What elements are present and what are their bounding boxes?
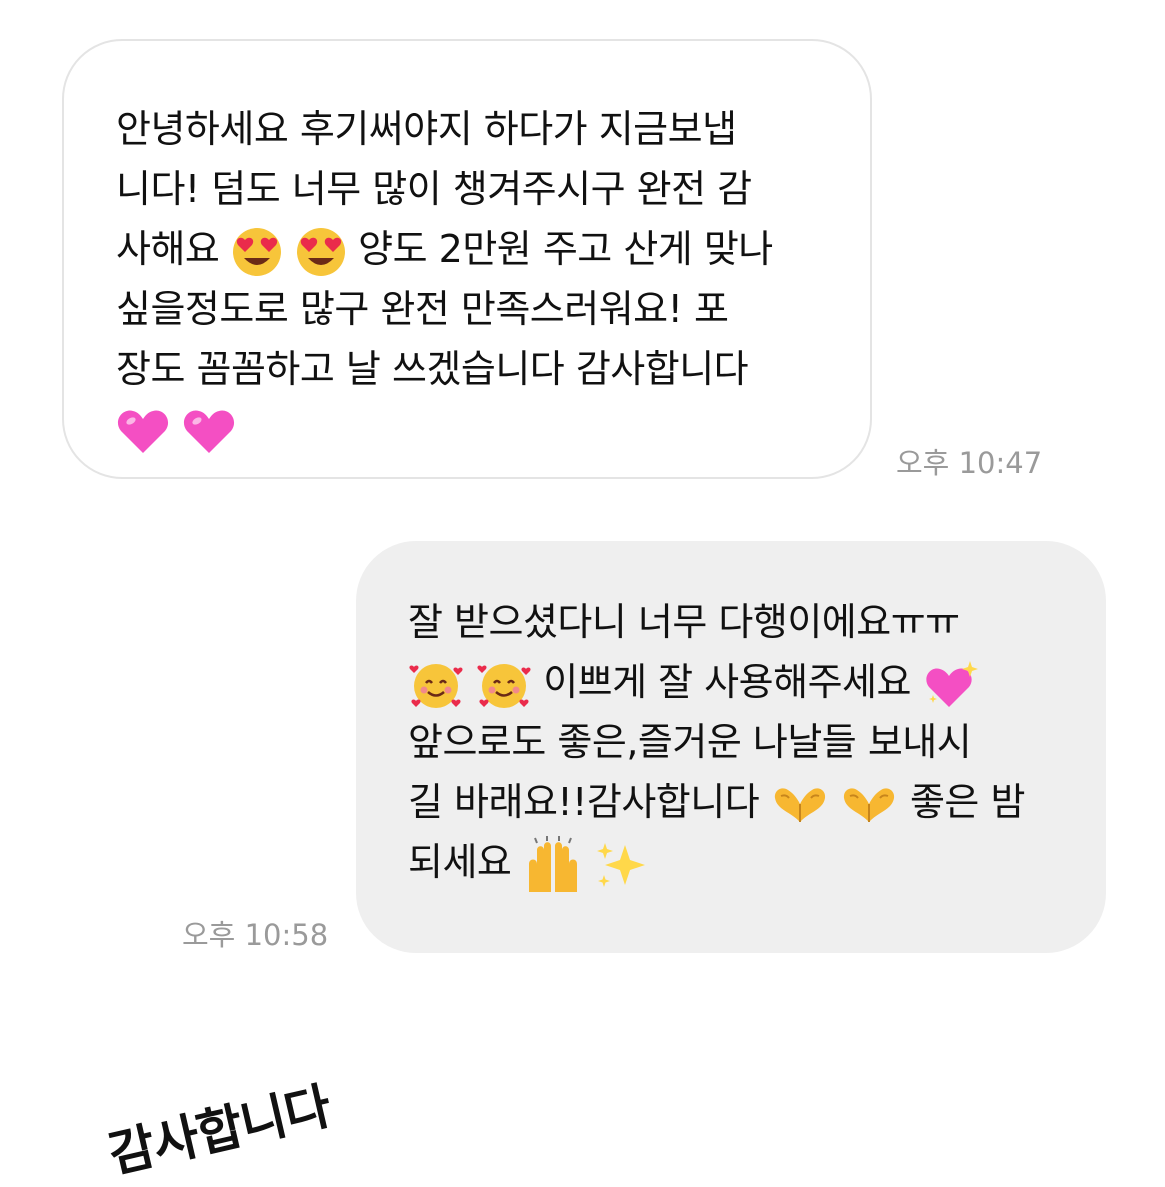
incoming-message-line-3: 사해요 양도 2만원 주고 산게 맞나 xyxy=(116,219,840,279)
outgoing-message-line-1: 잘 받으셨다니 너무 다행이에요ㅠㅠ xyxy=(408,600,960,644)
pink-heart-emoji xyxy=(183,410,234,453)
incoming-message-time: 오후 10:47 xyxy=(896,446,1043,480)
heart-eyes-emoji xyxy=(232,227,281,276)
heart-eyes-emoji xyxy=(296,227,345,276)
heart-hands-emoji xyxy=(774,787,825,822)
outgoing-message-line-5-text: 되세요 xyxy=(408,840,512,884)
smiling-face-with-hearts-emoji xyxy=(409,663,463,708)
outgoing-message-bubble[interactable]: 잘 받으셨다니 너무 다행이에요ㅠㅠ 이쁘게 잘 사용해주세요 앞으로도 좋은,… xyxy=(356,541,1106,953)
incoming-message-line-4: 싶을정도로 많구 완전 만족스러워요! 포 xyxy=(116,287,729,331)
outgoing-message-line-4: 길 바래요!!감사합니다 좋은 밤 xyxy=(408,772,1082,832)
pink-heart-emoji xyxy=(117,410,169,453)
incoming-message-bubble[interactable]: 안녕하세요 후기써야지 하다가 지금보냅 니다! 덤도 너무 많이 챙겨주시구 … xyxy=(62,39,872,479)
sticker-text: 감사합니다 xyxy=(103,1076,336,1185)
sparkling-heart-emoji xyxy=(925,660,978,707)
incoming-message-line-1: 안녕하세요 후기써야지 하다가 지금보냅 xyxy=(116,107,737,151)
incoming-message-line-3b-text: 양도 2만원 주고 산게 맞나 xyxy=(358,227,773,271)
incoming-message-line-2: 니다! 덤도 너무 많이 챙겨주시구 완전 감 xyxy=(116,167,752,211)
outgoing-message-time: 오후 10:58 xyxy=(182,918,329,952)
outgoing-message-line-4-text: 길 바래요!!감사합니다 xyxy=(408,780,760,824)
smiling-face-with-hearts-emoji xyxy=(477,663,531,708)
incoming-message-line-6 xyxy=(116,399,840,459)
outgoing-message-line-5: 되세요 xyxy=(408,832,1082,894)
incoming-message-line-5: 장도 꼼꼼하고 날 쓰겠습니다 감사합니다 xyxy=(116,347,749,391)
sparkles-emoji xyxy=(596,842,645,887)
heart-hands-emoji xyxy=(844,787,895,822)
outgoing-message-line-3: 앞으로도 좋은,즐거운 나날들 보내시 xyxy=(408,720,972,764)
incoming-message-line-3-text: 사해요 xyxy=(116,227,220,271)
raising-hands-emoji xyxy=(528,835,577,892)
outgoing-message-line-2: 이쁘게 잘 사용해주세요 xyxy=(408,652,1082,712)
outgoing-message-line-4b-text: 좋은 밤 xyxy=(909,780,1025,824)
thank-you-sticker[interactable]: 감사합니다 xyxy=(95,1077,425,1184)
outgoing-message-line-2-text: 이쁘게 잘 사용해주세요 xyxy=(543,660,911,704)
